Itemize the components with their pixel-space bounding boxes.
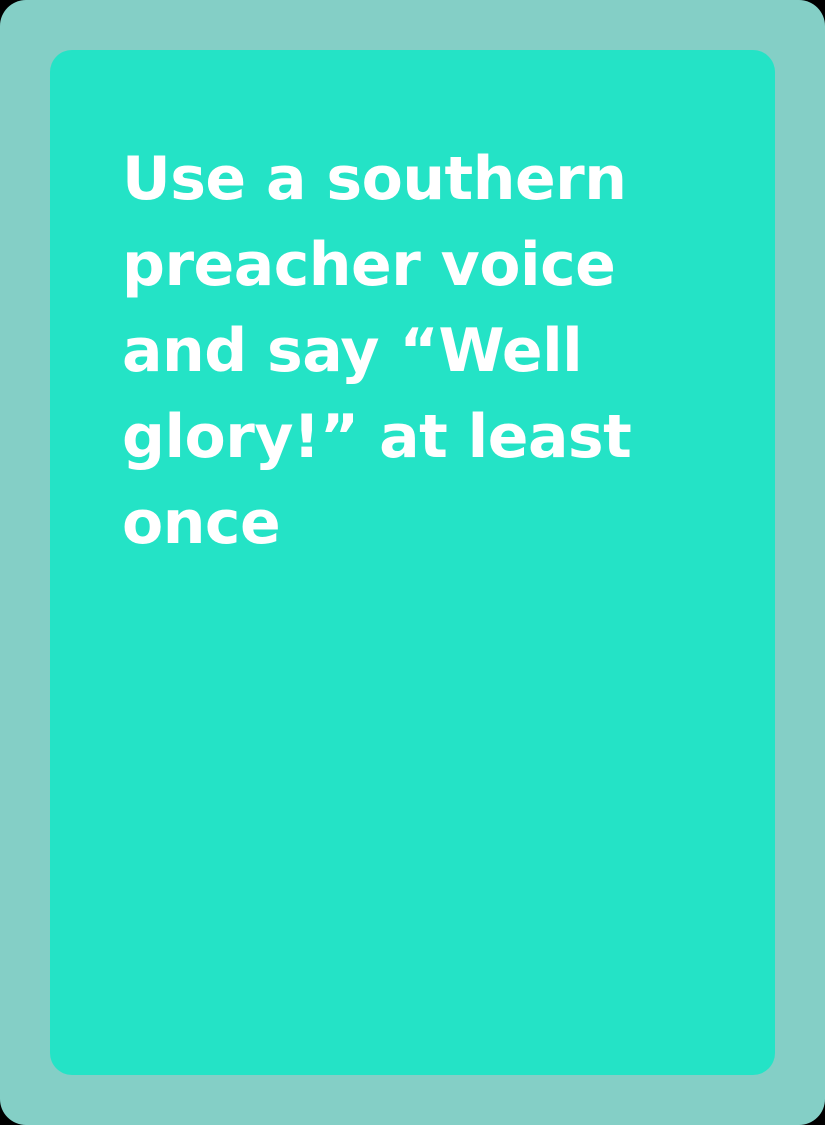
- card-prompt-text: Use a southern preacher voice and say “W…: [122, 144, 632, 558]
- card-face[interactable]: Use a southern preacher voice and say “W…: [50, 50, 775, 1075]
- card-frame: Use a southern preacher voice and say “W…: [0, 0, 825, 1125]
